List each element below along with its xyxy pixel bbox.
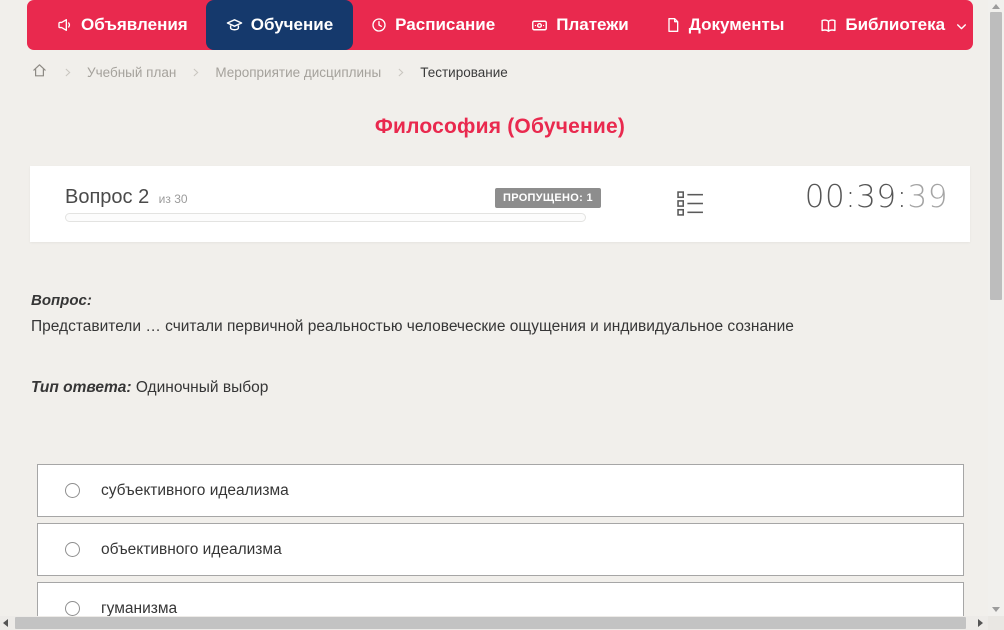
question-number: Вопрос 2	[65, 186, 150, 208]
breadcrumb-testing: Тестирование	[420, 64, 508, 80]
question-progress-bar	[65, 213, 586, 222]
nav-label: Обучение	[250, 15, 334, 34]
open-book-icon	[820, 17, 837, 34]
nav-label: Документы	[688, 15, 785, 34]
nav-item-learning[interactable]: Обучение	[205, 0, 354, 50]
nav-label: Расписание	[395, 15, 496, 34]
horizontal-scrollbar-thumb[interactable]	[15, 617, 966, 629]
countdown-timer: 00:39:39	[805, 179, 948, 215]
question-counter: Вопрос 2 из 30	[65, 186, 188, 209]
radio-button[interactable]	[65, 542, 80, 557]
chevron-right-icon	[394, 66, 407, 79]
vertical-scrollbar-thumb[interactable]	[990, 12, 1002, 300]
lms-test-page: Объявления Обучение Расписание Платежи Д…	[0, 0, 1004, 630]
radio-button[interactable]	[65, 601, 80, 616]
skipped-badge: ПРОПУЩЕНО: 1	[495, 188, 601, 208]
scrollbar-corner	[988, 616, 1004, 630]
vertical-scrollbar[interactable]	[988, 0, 1004, 616]
option-label: субъективного идеализма	[101, 481, 289, 499]
radio-button[interactable]	[65, 483, 80, 498]
answer-type-row: Тип ответа: Одиночный выбор	[31, 379, 268, 397]
clock-icon	[371, 17, 387, 33]
nav-item-schedule[interactable]: Расписание	[353, 0, 513, 50]
answer-option-1[interactable]: субъективного идеализма	[37, 464, 964, 517]
question-list-icon	[676, 190, 704, 222]
scroll-up-arrow-icon[interactable]	[992, 4, 1000, 9]
banknote-icon	[531, 17, 548, 34]
question-list-button[interactable]	[675, 190, 705, 222]
option-label: гуманизма	[101, 599, 178, 617]
breadcrumb-curriculum[interactable]: Учебный план	[87, 65, 176, 80]
scroll-left-arrow-icon[interactable]	[3, 619, 8, 627]
nav-item-announcements[interactable]: Объявления	[39, 0, 206, 50]
scroll-down-arrow-icon[interactable]	[992, 607, 1000, 612]
timer-hours-minutes: 00:39:	[804, 179, 908, 215]
breadcrumb: Учебный план Мероприятие дисциплины Тест…	[31, 62, 508, 82]
nav-item-payments[interactable]: Платежи	[513, 0, 647, 50]
answer-options: субъективного идеализма объективного иде…	[37, 464, 964, 630]
nav-label: Платежи	[556, 15, 629, 34]
chevron-down-icon	[955, 20, 968, 33]
nav-item-library[interactable]: Библиотека	[802, 0, 986, 50]
graduation-cap-icon	[226, 17, 243, 34]
document-icon	[665, 17, 681, 33]
chevron-right-icon	[189, 66, 202, 79]
answer-type-label: Тип ответа:	[31, 379, 132, 396]
home-icon[interactable]	[31, 62, 48, 82]
answer-type-value: Одиночный выбор	[135, 379, 269, 396]
option-label: объективного идеализма	[101, 540, 282, 558]
question-header-card: Вопрос 2 из 30 ПРОПУЩЕНО: 1 00:39:39	[30, 166, 970, 242]
nav-item-documents[interactable]: Документы	[647, 0, 803, 50]
breadcrumb-discipline-event[interactable]: Мероприятие дисциплины	[215, 65, 381, 80]
scroll-right-arrow-icon[interactable]	[978, 619, 983, 627]
nav-label: Библиотека	[845, 15, 946, 34]
question-total: из 30	[158, 192, 188, 206]
answer-option-2[interactable]: объективного идеализма	[37, 523, 964, 576]
question-text: Представители … считали первичной реальн…	[31, 318, 794, 335]
question-label: Вопрос:	[31, 292, 92, 309]
megaphone-icon	[57, 17, 73, 33]
nav-label: Объявления	[81, 15, 188, 34]
main-navbar: Объявления Обучение Расписание Платежи Д…	[27, 0, 973, 50]
horizontal-scrollbar[interactable]	[0, 616, 988, 630]
page-title: Философия (Обучение)	[374, 115, 626, 138]
chevron-right-icon	[61, 66, 74, 79]
timer-seconds: 39	[907, 179, 948, 215]
